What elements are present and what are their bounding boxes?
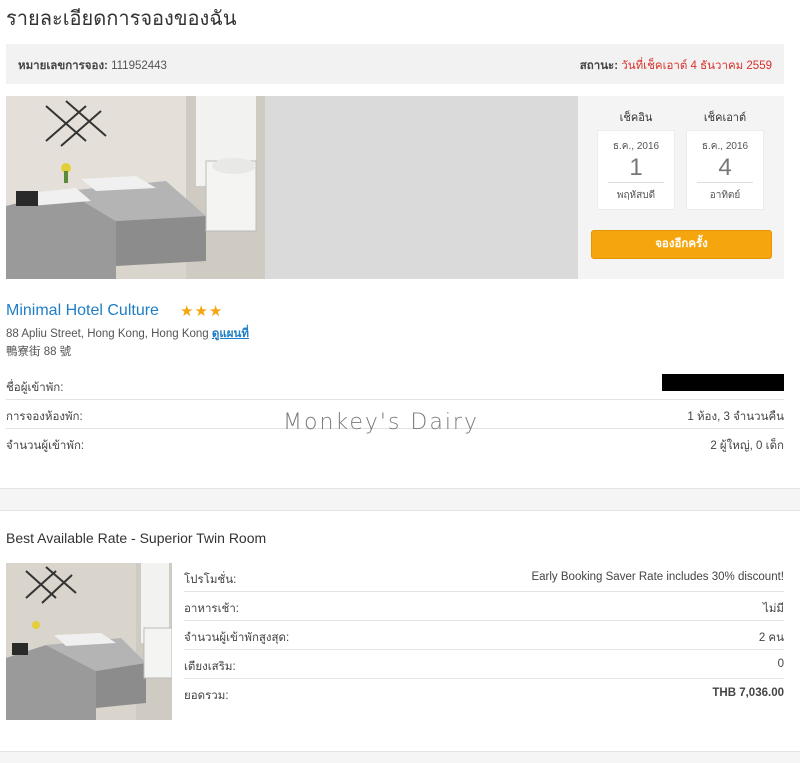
booking-number: หมายเลขการจอง: 111952443 — [18, 57, 167, 75]
booking-number-value: 111952443 — [111, 60, 167, 72]
room-booking-value: 1 ห้อง, 3 จำนวนคืน — [687, 411, 784, 423]
promotion-row: โปรโมชั่น: Early Booking Saver Rate incl… — [184, 563, 784, 592]
total-label: ยอดรวม: — [184, 690, 229, 702]
total-value: THB 7,036.00 — [712, 687, 784, 699]
booking-status: สถานะ: วันที่เช็คเอาต์ 4 ธันวาคม 2559 — [580, 57, 772, 75]
max-guests-label: จำนวนผู้เข้าพักสูงสุด: — [184, 632, 290, 644]
breakfast-value: ไม่มี — [763, 603, 784, 615]
room-photo[interactable] — [6, 563, 172, 720]
promotion-label: โปรโมชั่น: — [184, 574, 237, 586]
section-divider-bottom — [0, 751, 800, 763]
redacted-guest-name — [662, 374, 784, 391]
extra-bed-row: เตียงเสริม: 0 — [184, 650, 784, 679]
hotel-address: 88 Apliu Street, Hong Kong, Hong Kong ดู… — [6, 325, 249, 343]
hotel-name-link[interactable]: Minimal Hotel Culture — [6, 302, 159, 320]
guest-name-label: ชื่อผู้เข้าพัก: — [6, 382, 64, 394]
hotel-address-text: 88 Apliu Street, Hong Kong, Hong Kong — [6, 328, 209, 340]
breakfast-label: อาหารเช้า: — [184, 603, 239, 615]
booking-status-label: สถานะ: — [579, 60, 619, 72]
checkout-date: เช็คเอาต์ ธ.ค., 2016 4 อาทิตย์ — [686, 108, 764, 210]
booking-status-value: วันที่เช็คเอาต์ 4 ธันวาคม 2559 — [621, 60, 772, 72]
page-title: รายละเอียดการจองของฉัน — [6, 8, 237, 30]
checkin-month: ธ.ค., 2016 — [612, 141, 660, 152]
room-title: Best Available Rate - Superior Twin Room — [6, 530, 267, 546]
breakfast-row: อาหารเช้า: ไม่มี — [184, 592, 784, 621]
checkout-day: 4 — [697, 154, 753, 183]
room-booking-label: การจองห้องพัก: — [6, 411, 83, 423]
checkout-label: เช็คเอาต์ — [703, 112, 747, 124]
checkout-weekday: อาทิตย์ — [709, 190, 741, 201]
checkin-weekday: พฤหัสบดี — [616, 190, 656, 201]
hotel-address-local: 鴨寮街 88 號 — [6, 346, 72, 358]
guest-count-value: 2 ผู้ใหญ่, 0 เด็ก — [710, 440, 784, 452]
max-guests-row: จำนวนผู้เข้าพักสูงสุด: 2 คน — [184, 621, 784, 650]
checkin-label: เช็คอิน — [619, 112, 653, 124]
watermark-text: Monkey's Dairy — [283, 410, 479, 435]
promotion-value: Early Booking Saver Rate includes 30% di… — [531, 571, 784, 583]
booking-number-label: หมายเลขการจอง: — [18, 60, 108, 72]
hotel-hero: เช็คอิน ธ.ค., 2016 1 พฤหัสบดี เช็คเอาต์ … — [6, 96, 784, 279]
guest-count-label: จำนวนผู้เข้าพัก: — [6, 440, 85, 452]
photo-placeholder — [265, 96, 578, 279]
checkout-month: ธ.ค., 2016 — [701, 141, 749, 152]
total-row: ยอดรวม: THB 7,036.00 — [184, 679, 784, 708]
map-link[interactable]: ดูแผนที่ — [212, 328, 249, 340]
extra-bed-value: 0 — [777, 658, 784, 670]
star-rating-icon: ★★★ — [180, 303, 224, 320]
hotel-photo[interactable] — [6, 96, 265, 279]
max-guests-value: 2 คน — [758, 632, 784, 644]
checkin-day: 1 — [608, 154, 664, 183]
stay-dates-panel: เช็คอิน ธ.ค., 2016 1 พฤหัสบดี เช็คเอาต์ … — [578, 96, 784, 279]
extra-bed-label: เตียงเสริม: — [184, 661, 236, 673]
section-divider — [0, 488, 800, 511]
checkin-card: ธ.ค., 2016 1 พฤหัสบดี — [597, 130, 675, 210]
booking-summary-bar: หมายเลขการจอง: 111952443 สถานะ: วันที่เช… — [6, 44, 784, 84]
checkin-date: เช็คอิน ธ.ค., 2016 1 พฤหัสบดี — [597, 108, 675, 210]
guest-name-row: ชื่อผู้เข้าพัก: — [6, 371, 784, 400]
checkout-card: ธ.ค., 2016 4 อาทิตย์ — [686, 130, 764, 210]
rebook-button[interactable]: จองอีกครั้ง — [591, 230, 772, 259]
